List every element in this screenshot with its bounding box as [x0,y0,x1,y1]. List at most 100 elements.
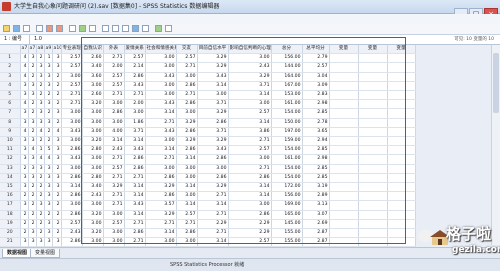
data-cell[interactable]: 2 [20,164,29,174]
data-cell[interactable]: 3.00 [176,237,198,248]
data-cell[interactable]: 4 [28,145,37,156]
data-cell[interactable]: 2.71 [197,210,229,220]
row-number[interactable]: 4 [0,81,21,92]
data-cell[interactable]: 2.43 [228,62,272,73]
data-cell[interactable]: 2.79 [302,53,330,64]
data-cell[interactable]: 3.14 [103,136,125,147]
data-cell[interactable]: 2 [28,127,37,138]
data-cell[interactable]: 144.00 [271,62,303,73]
data-cell[interactable]: 2 [52,118,62,128]
row-number[interactable]: 8 [0,118,21,128]
data-cell[interactable] [358,145,388,156]
data-cell[interactable]: 3 [52,182,62,193]
use-sets-icon[interactable] [165,25,172,32]
data-cell[interactable]: 2 [28,99,37,110]
data-cell[interactable]: 4 [44,154,53,165]
data-cell[interactable] [387,173,416,184]
data-cell[interactable]: 3.14 [124,210,146,220]
data-cell[interactable]: 2 [28,210,37,220]
data-cell[interactable]: 2.86 [176,127,198,138]
data-cell[interactable]: 2.86 [61,145,83,156]
weight-cases-icon[interactable] [132,25,139,32]
data-cell[interactable]: 3.57 [145,200,177,211]
row-number[interactable]: 1 [0,53,21,64]
data-cell[interactable]: 2.86 [197,173,229,184]
data-cell[interactable]: 2 [28,108,37,119]
data-cell[interactable]: 2.71 [124,90,146,101]
data-cell[interactable]: 167.00 [271,81,303,92]
data-cell[interactable]: 2.60 [82,90,104,101]
data-cell[interactable]: 2.85 [302,108,330,119]
data-cell[interactable] [387,118,416,128]
data-cell[interactable]: 2.71 [228,164,272,174]
data-cell[interactable] [329,99,359,110]
data-cell[interactable]: 4 [36,127,45,138]
data-cell[interactable] [387,99,416,110]
data-cell[interactable]: 2.29 [197,219,229,230]
data-cell[interactable]: 3.04 [302,72,330,82]
data-cell[interactable]: 2.71 [145,118,177,128]
data-cell[interactable]: 3.86 [228,127,272,138]
data-cell[interactable]: 2 [52,72,62,82]
data-cell[interactable]: 156.00 [271,191,303,202]
data-cell[interactable]: 2.94 [302,136,330,147]
data-cell[interactable] [387,127,416,138]
data-cell[interactable]: 2.98 [302,154,330,165]
data-cell[interactable] [387,182,416,193]
row-number[interactable]: 20 [0,228,21,239]
open-folder-icon[interactable] [3,25,10,32]
data-cell[interactable]: 3.14 [197,237,229,248]
data-cell[interactable]: 3.00 [61,136,83,147]
data-cell[interactable]: 2.71 [103,53,125,64]
dialog-recall-icon[interactable] [36,25,43,32]
row-number[interactable]: 12 [0,154,21,165]
data-cell[interactable]: 2.57 [103,81,125,92]
data-cell[interactable]: 2.80 [82,173,104,184]
data-cell[interactable]: 2.71 [176,90,198,101]
data-cell[interactable]: 2.43 [61,228,83,239]
insert-variable-icon[interactable] [112,25,119,32]
data-cell[interactable]: 2.57 [302,62,330,73]
data-cell[interactable] [358,237,388,248]
data-cell[interactable] [358,127,388,138]
data-cell[interactable]: 1.86 [124,118,146,128]
print-icon[interactable] [23,25,30,32]
data-cell[interactable]: 2 [52,219,62,230]
data-cell[interactable]: 3.00 [228,200,272,211]
row-number[interactable]: 7 [0,108,21,119]
data-cell[interactable] [329,127,359,138]
data-cell[interactable]: 3 [28,90,37,101]
data-cell[interactable]: 2.57 [61,219,83,230]
data-cell[interactable]: 3 [44,237,53,248]
data-cell[interactable]: 3 [20,136,29,147]
data-cell[interactable]: 2.86 [228,210,272,220]
data-cell[interactable]: 2.85 [302,173,330,184]
data-cell[interactable]: 2 [52,210,62,220]
data-cell[interactable]: 3.00 [103,237,125,248]
data-cell[interactable]: 3.00 [197,90,229,101]
data-cell[interactable]: 172.00 [271,182,303,193]
data-cell[interactable]: 2 [44,127,53,138]
data-cell[interactable]: 3 [20,81,29,92]
data-cell[interactable] [358,200,388,211]
data-cell[interactable] [358,228,388,239]
data-cell[interactable]: 3.00 [103,228,125,239]
data-cell[interactable]: 3.43 [145,127,177,138]
data-cell[interactable]: 2 [36,210,45,220]
column-header[interactable]: 交友 [176,45,198,55]
data-cell[interactable]: 2 [52,90,62,101]
data-cell[interactable]: 3 [52,108,62,119]
column-header[interactable]: 社会和情感关系 [145,45,177,55]
vertical-scrollbar[interactable] [491,45,500,245]
data-cell[interactable]: 2.86 [197,118,229,128]
data-cell[interactable] [387,90,416,101]
row-number-header[interactable] [0,45,21,55]
column-header[interactable]: 总分 [271,45,303,55]
data-cell[interactable]: 2 [52,99,62,110]
data-cell[interactable]: 2.71 [124,237,146,248]
data-cell[interactable]: 2 [28,191,37,202]
data-cell[interactable]: 3.20 [82,136,104,147]
row-number[interactable]: 2 [0,62,21,73]
data-cell[interactable]: 3.14 [176,200,198,211]
data-cell[interactable]: 3 [36,164,45,174]
